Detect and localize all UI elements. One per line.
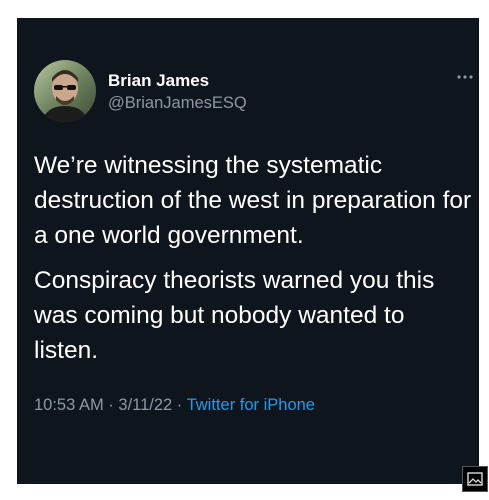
tweet-paragraph: We’re witnessing the systematic destruct… bbox=[34, 152, 472, 249]
tweet-date[interactable]: 3/11/22 bbox=[118, 396, 172, 414]
separator: · bbox=[172, 396, 187, 414]
tweet-card: Brian James @BrianJamesESQ We’re witness… bbox=[17, 18, 488, 492]
avatar-image bbox=[34, 60, 96, 122]
tweet-paragraph: Conspiracy theorists warned you this was… bbox=[34, 267, 435, 364]
tweet-source[interactable]: Twitter for iPhone bbox=[187, 396, 315, 414]
more-icon[interactable] bbox=[455, 70, 475, 84]
tweet-meta: 10:53 AM · 3/11/22 · Twitter for iPhone bbox=[34, 396, 315, 415]
separator: · bbox=[103, 396, 119, 414]
display-name[interactable]: Brian James bbox=[108, 71, 209, 91]
image-icon[interactable] bbox=[462, 466, 488, 492]
avatar[interactable] bbox=[34, 60, 96, 122]
tweet-text: We’re witnessing the systematic destruct… bbox=[34, 148, 474, 378]
user-handle[interactable]: @BrianJamesESQ bbox=[108, 94, 247, 113]
tweet-time[interactable]: 10:53 AM bbox=[34, 396, 104, 414]
